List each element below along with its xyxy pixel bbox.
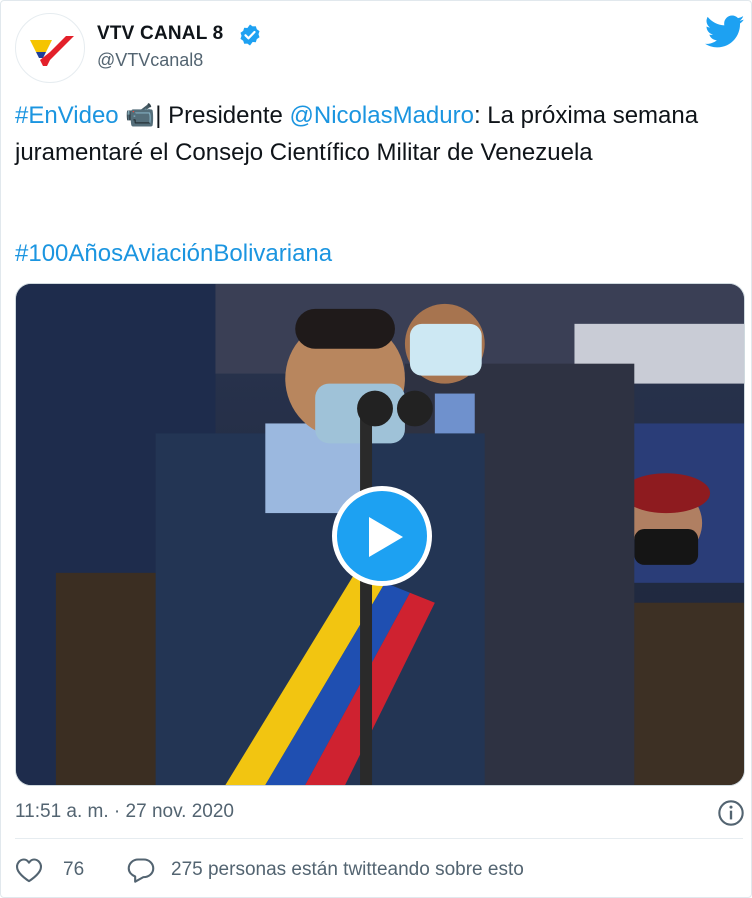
tweet-text: #EnVideo 📹| Presidente @NicolasMaduro: L… — [15, 97, 743, 171]
like-count: 76 — [63, 859, 85, 880]
avatar[interactable] — [15, 13, 85, 83]
like-button[interactable]: 76 — [15, 857, 84, 883]
display-name[interactable]: VTV CANAL 8 — [97, 23, 223, 45]
divider — [15, 838, 743, 839]
info-icon[interactable] — [717, 799, 745, 827]
vtv-logo-icon — [30, 36, 74, 66]
video-player[interactable] — [15, 283, 745, 786]
hashtag-100-anos[interactable]: #100AñosAviaciónBolivariana — [15, 235, 332, 272]
speech-bubble-icon — [127, 858, 155, 883]
tweet-card: VTV CANAL 8 @VTVcanal8 #EnVideo 📹| Presi… — [0, 0, 752, 898]
hashtag-envideo[interactable]: #EnVideo — [15, 102, 119, 129]
camera-emoji: 📹 — [125, 102, 156, 129]
play-icon — [369, 517, 403, 557]
mention-nicolasmaduro[interactable]: @NicolasMaduro — [290, 102, 474, 129]
play-button[interactable] — [332, 486, 432, 586]
conversation-link[interactable]: 275 personas están twitteando sobre esto — [127, 857, 524, 883]
twitter-bird-icon[interactable] — [705, 15, 745, 49]
tweet-timestamp[interactable]: 11:51 a. m. · 27 nov. 2020 — [15, 801, 234, 823]
heart-icon — [15, 858, 43, 883]
verified-badge-icon — [240, 24, 260, 46]
user-handle[interactable]: @VTVcanal8 — [97, 50, 203, 71]
tweet-text-part1: | Presidente — [155, 102, 290, 129]
talking-about-label: 275 personas están twitteando sobre esto — [171, 859, 524, 880]
